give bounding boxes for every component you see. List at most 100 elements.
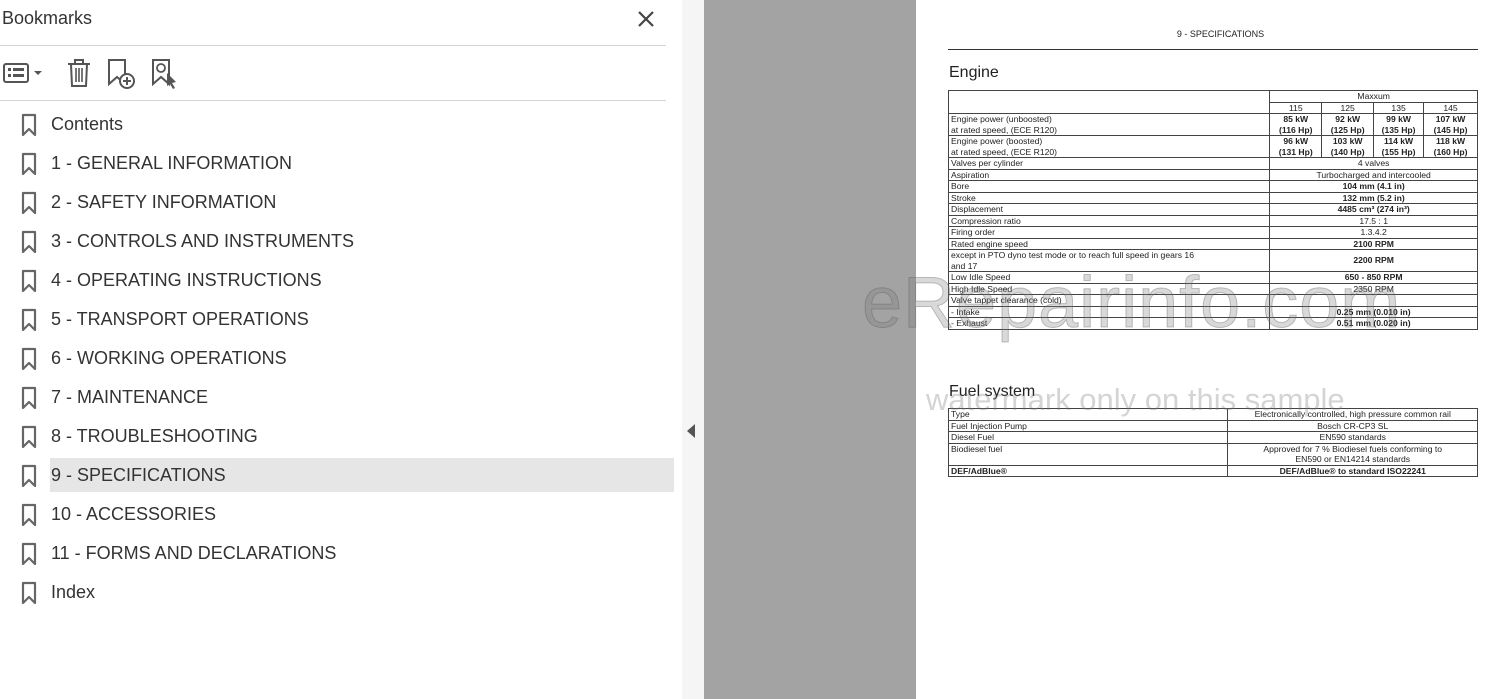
table-row: Valves per cylinder 4 valves (947, 157, 1478, 170)
bookmark-item[interactable]: 2 - SAFETY INFORMATION (0, 185, 674, 224)
row-label: Valves per cylinder (947, 157, 1271, 170)
table-row: Engine power (boosted) at rated speed, (E… (947, 135, 1478, 158)
bookmark-item[interactable]: 6 - WORKING OPERATIONS (0, 341, 674, 380)
row-label: Engine power (boosted) at rated speed, (E… (947, 135, 1271, 158)
bookmark-item[interactable]: 7 - MAINTENANCE (0, 380, 674, 419)
row-label: Compression ratio (947, 214, 1271, 227)
bookmark-label: 2 - SAFETY INFORMATION (51, 192, 277, 212)
add-bookmark-icon[interactable] (105, 56, 137, 90)
table-cell: 99 kW (135 Hp) (1373, 113, 1425, 136)
bookmark-label: 4 - OPERATING INSTRUCTIONS (51, 270, 322, 290)
bookmark-item[interactable]: 3 - CONTROLS AND INSTRUMENTS (0, 224, 674, 263)
row-label: Displacement (947, 203, 1271, 216)
table-cell: 114 kW (155 Hp) (1373, 135, 1425, 158)
table-row: Aspiration Turbocharged and intercooled (947, 168, 1478, 181)
bookmark-label: 3 - CONTROLS AND INSTRUMENTS (51, 231, 355, 251)
kw-value: 103 kW (1332, 136, 1363, 146)
bookmark-options-icon[interactable] (2, 56, 46, 90)
bookmarks-toolbar (0, 52, 666, 92)
row-value: DEF/AdBlue® to standard ISO22241 (1227, 464, 1478, 477)
bookmarks-panel: Bookmarks Contents 1 - GENERAL INFORMATIO… (0, 0, 683, 699)
bookmark-icon (21, 113, 37, 137)
bookmark-item[interactable]: Index (0, 575, 674, 614)
bookmark-label: Contents (51, 114, 124, 134)
kw-value: 85 kW (1283, 114, 1309, 124)
bookmark-label: 7 - MAINTENANCE (51, 387, 209, 407)
close-icon[interactable] (636, 9, 656, 29)
row-label: Fuel Injection Pump (947, 419, 1229, 432)
table-row: Biodiesel fuel Approved for 7 % Biodiesel… (947, 442, 1478, 466)
collapse-panel-arrow-icon[interactable] (687, 424, 695, 438)
bookmark-item[interactable]: Contents (0, 107, 674, 146)
find-current-bookmark-icon[interactable] (149, 56, 181, 90)
table-row: Bore 104 mm (4.1 in) (947, 180, 1478, 193)
row-label: DEF/AdBlue® (947, 464, 1229, 477)
hp-value: (125 Hp) (1330, 124, 1365, 135)
table-cell: 107 kW (145 Hp) (1423, 113, 1478, 136)
divider (0, 45, 666, 46)
panel-splitter[interactable] (682, 0, 704, 699)
variant-header: 125 (1321, 101, 1375, 114)
table-cell: Approved for 7 % Biodiesel fuels conform… (1227, 442, 1478, 466)
row-value: 4 valves (1269, 157, 1478, 170)
variant-header: 115 (1269, 101, 1323, 114)
row-label: Engine power (unboosted) at rated speed, … (947, 113, 1271, 136)
bookmark-icon (21, 191, 37, 215)
label-line: Engine power (unboosted) (951, 114, 1052, 124)
table-cell: 96 kW (131 Hp) (1269, 135, 1323, 158)
page-header: 9 - SPECIFICATIONS (1176, 29, 1265, 39)
bookmark-label: 11 - FORMS AND DECLARATIONS (51, 543, 337, 563)
bookmark-label: 9 - SPECIFICATIONS (51, 465, 226, 485)
row-value: EN590 standards (1227, 431, 1478, 444)
label-line: at rated speed, (ECE R120) (951, 146, 1058, 157)
bookmark-list: Contents 1 - GENERAL INFORMATION 2 - SAFET… (0, 107, 682, 614)
bookmark-icon (21, 425, 37, 449)
hp-value: (145 Hp) (1433, 124, 1468, 135)
hp-value: (140 Hp) (1330, 146, 1365, 157)
label-line: Engine power (boosted) (951, 136, 1043, 146)
trash-icon[interactable] (64, 56, 94, 90)
bookmark-item[interactable]: 9 - SPECIFICATIONS (0, 458, 674, 497)
table-row: Maxxum (947, 90, 1478, 114)
bookmark-item[interactable]: 10 - ACCESSORIES (0, 497, 674, 536)
table-row: Firing order 1.3.4.2 (947, 226, 1478, 239)
hp-value: (116 Hp) (1279, 124, 1313, 135)
row-value: 17.5 : 1 (1269, 214, 1478, 227)
table-cell: 118 kW (160 Hp) (1423, 135, 1478, 158)
bookmark-item[interactable]: 8 - TROUBLESHOOTING (0, 419, 674, 458)
table-row: Fuel Injection Pump Bosch CR-CP3 SL (947, 419, 1478, 432)
divider (0, 100, 666, 101)
document-background (704, 0, 916, 699)
hp-value: (135 Hp) (1381, 124, 1416, 135)
bookmark-item[interactable]: 4 - OPERATING INSTRUCTIONS (0, 263, 674, 302)
watermark: eRepairinfo.com (861, 263, 1402, 344)
table-row: Diesel Fuel EN590 standards (947, 431, 1478, 444)
table-row: Displacement 4485 cm³ (274 in³) (947, 203, 1478, 216)
bookmark-icon (21, 581, 37, 605)
bookmark-icon (21, 464, 37, 488)
document-page: 9 - SPECIFICATIONS Engine Maxxum 115 125… (916, 0, 1508, 699)
bookmark-label: Index (51, 582, 96, 602)
bookmark-icon (21, 269, 37, 293)
bookmark-item[interactable]: 11 - FORMS AND DECLARATIONS (0, 536, 674, 575)
kw-value: 99 kW (1386, 114, 1412, 124)
label-line: except in PTO dyno test mode or to reach… (951, 250, 1194, 260)
kw-value: 92 kW (1335, 114, 1361, 124)
bookmark-label: 8 - TROUBLESHOOTING (51, 426, 258, 446)
kw-value: 114 kW (1384, 136, 1414, 146)
panel-title: Bookmarks (2, 8, 93, 28)
table-row: Stroke 132 mm (5.2 in) (947, 191, 1478, 204)
row-label: Rated engine speed (947, 237, 1271, 250)
bookmark-label: 6 - WORKING OPERATIONS (51, 348, 287, 368)
value-line: EN590 or EN14214 standards (1295, 454, 1411, 464)
row-label: Stroke (947, 191, 1271, 204)
row-value: Bosch CR-CP3 SL (1227, 419, 1478, 432)
table-row: DEF/AdBlue® DEF/AdBlue® to standard ISO22… (947, 464, 1478, 477)
bookmark-item[interactable]: 5 - TRANSPORT OPERATIONS (0, 302, 674, 341)
bookmark-label: 5 - TRANSPORT OPERATIONS (51, 309, 309, 329)
bookmark-item[interactable]: 1 - GENERAL INFORMATION (0, 146, 674, 185)
table-cell (947, 90, 1271, 114)
table-cell: 85 kW (116 Hp) (1269, 113, 1323, 136)
hp-value: (131 Hp) (1278, 146, 1313, 157)
bookmark-icon (21, 542, 37, 566)
